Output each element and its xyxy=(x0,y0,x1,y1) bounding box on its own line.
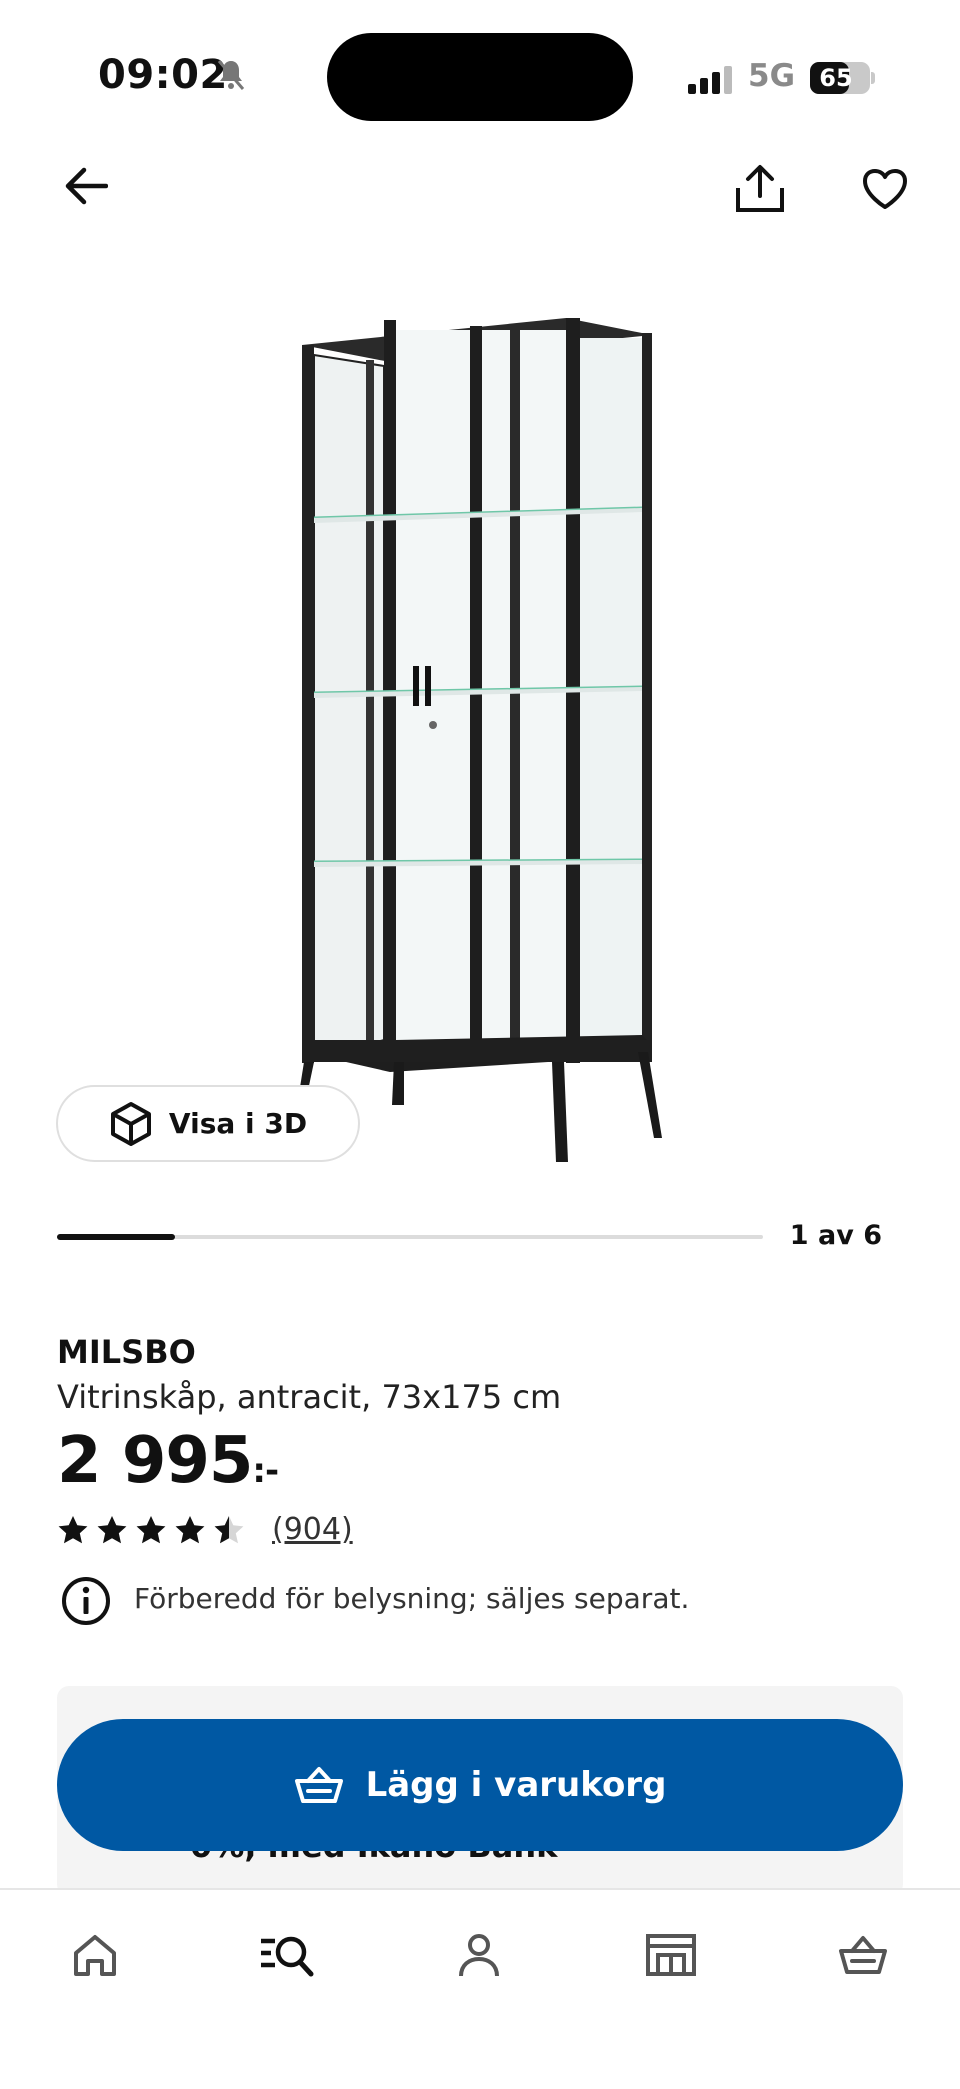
price-suffix: :- xyxy=(252,1451,279,1491)
star-icon xyxy=(214,1516,244,1544)
star-icon xyxy=(97,1516,127,1544)
basket-icon xyxy=(294,1767,343,1803)
arrow-left-icon xyxy=(65,167,108,205)
network-type: 5G xyxy=(748,58,796,94)
bottom-tab-bar xyxy=(0,1888,960,2089)
gallery-progress-fill xyxy=(57,1234,175,1240)
gallery-progress xyxy=(57,1234,763,1240)
home-icon xyxy=(74,1935,116,1976)
tab-search[interactable] xyxy=(252,1920,322,1990)
mute-bell-icon xyxy=(216,58,246,96)
favorite-button[interactable] xyxy=(852,156,918,222)
share-icon xyxy=(736,165,784,212)
rating-stars[interactable] xyxy=(57,1514,245,1546)
status-time: 09:02 xyxy=(98,52,228,98)
product-name: MILSBO xyxy=(57,1333,196,1371)
tab-profile[interactable] xyxy=(444,1920,514,1990)
star-icon xyxy=(175,1516,205,1544)
price-value: 2 995 xyxy=(57,1424,253,1498)
profile-icon xyxy=(459,1934,499,1977)
battery-cap xyxy=(871,72,875,84)
add-to-cart-button[interactable]: Lägg i varukorg xyxy=(57,1719,903,1851)
dynamic-island xyxy=(327,33,633,121)
back-button[interactable] xyxy=(56,156,116,216)
info-icon xyxy=(60,1575,112,1627)
cube-icon xyxy=(110,1101,151,1146)
product-description: Vitrinskåp, antracit, 73x175 cm xyxy=(57,1378,562,1416)
product-price: 2 995:- xyxy=(57,1424,279,1498)
heart-icon xyxy=(863,169,907,209)
product-info-note: Förberedd för belysning; säljes separat. xyxy=(134,1582,690,1615)
battery-percent: 65 xyxy=(819,64,853,92)
view-3d-label: Visa i 3D xyxy=(168,1107,308,1140)
review-count-link[interactable]: (904) xyxy=(272,1512,353,1547)
tab-home[interactable] xyxy=(60,1920,130,1990)
search-icon xyxy=(261,1936,314,1977)
basket-icon xyxy=(839,1936,887,1974)
product-image[interactable] xyxy=(270,300,690,1180)
cellular-signal-icon xyxy=(688,66,736,98)
star-icon xyxy=(136,1516,166,1544)
store-icon xyxy=(646,1934,696,1976)
share-button[interactable] xyxy=(727,156,793,222)
gallery-counter: 1 av 6 xyxy=(789,1220,882,1251)
view-3d-button[interactable]: Visa i 3D xyxy=(56,1085,360,1162)
star-icon xyxy=(58,1516,88,1544)
tab-basket[interactable] xyxy=(828,1920,898,1990)
tab-stores[interactable] xyxy=(636,1920,706,1990)
battery-indicator: 65 xyxy=(810,62,870,94)
add-to-cart-label: Lägg i varukorg xyxy=(365,1765,667,1805)
